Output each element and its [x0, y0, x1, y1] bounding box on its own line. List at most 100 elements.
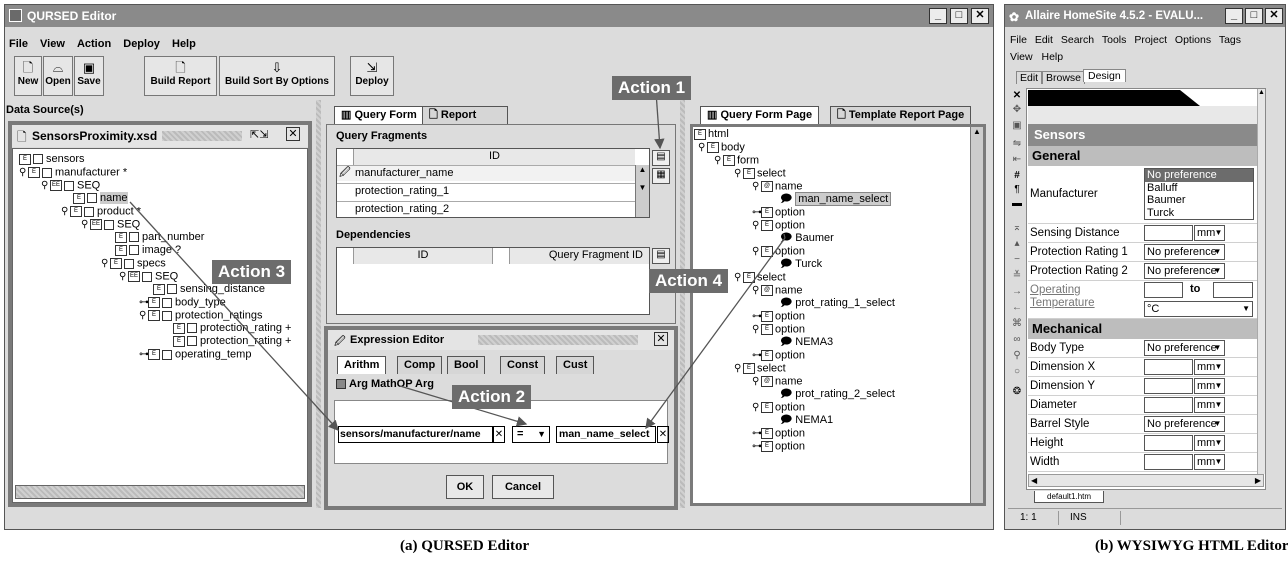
expander-icon[interactable]: ⚲	[734, 362, 743, 375]
protection-rating-2-select[interactable]: No preference ▼	[1144, 263, 1225, 279]
dimension-y-unit[interactable]: mm ▼	[1194, 378, 1225, 394]
maximize-button[interactable]: □	[950, 8, 968, 24]
edit-fragment-icon[interactable]: ▦	[652, 168, 670, 184]
checkbox[interactable]	[142, 271, 152, 282]
hs-vertical-scrollbar[interactable]: ▲	[1257, 89, 1265, 474]
close-doc-icon[interactable]: ✕	[1010, 90, 1024, 101]
deploy-button[interactable]: ⇲ Deploy	[350, 56, 394, 96]
expander-icon[interactable]: ⚲	[752, 180, 761, 193]
expander-icon[interactable]: ⚲	[139, 309, 148, 322]
paragraph-icon[interactable]: ¶	[1010, 184, 1024, 195]
tree-seq2[interactable]: ⚲ EE SEQ	[81, 218, 140, 231]
expander-icon[interactable]: ⚲	[752, 323, 761, 336]
tree-nema3[interactable]: 🗩 NEMA3	[780, 336, 833, 349]
hs-tab-design[interactable]: Design	[1083, 69, 1126, 82]
move-icon[interactable]: ✥	[1010, 104, 1024, 115]
form-icon[interactable]: ▬	[1010, 198, 1024, 209]
menu-view[interactable]: View	[40, 38, 65, 50]
menu-search[interactable]: Search	[1061, 34, 1094, 46]
hs-horizontal-scrollbar[interactable]: ◀ ▶	[1028, 474, 1264, 487]
tab-report[interactable]: 🗋 Report	[422, 106, 508, 124]
save-button[interactable]: ▣ Save	[74, 56, 104, 96]
listbox-option[interactable]: Turck	[1145, 207, 1253, 220]
menu-edit[interactable]: Edit	[1035, 34, 1053, 46]
expander-icon[interactable]: ⚲	[734, 167, 743, 180]
left-arg-field[interactable]: sensors/manufacturer/name	[338, 426, 493, 443]
table-row[interactable]: protection_rating_2	[337, 201, 635, 217]
scroll-right-icon[interactable]: ▶	[1255, 476, 1261, 485]
tree-prot-rating-2-select[interactable]: 🗩 prot_rating_2_select	[780, 388, 895, 401]
menu-help[interactable]: Help	[172, 38, 196, 50]
temp-to-input[interactable]	[1213, 282, 1253, 298]
checkbox[interactable]	[162, 310, 172, 321]
up-icon[interactable]: ▴	[1010, 238, 1024, 249]
menu-view[interactable]: View	[1010, 51, 1033, 63]
tree-baumer[interactable]: 🗩 Baumer	[780, 232, 834, 245]
align-icon[interactable]: ⇋	[1010, 138, 1024, 149]
height-unit[interactable]: mm ▼	[1194, 435, 1225, 451]
tab-cust[interactable]: Cust	[556, 356, 595, 374]
right-arg-remove-icon[interactable]: ✕	[657, 426, 669, 443]
tree-select-1[interactable]: ⚲ Eselect	[734, 167, 786, 180]
hr-icon[interactable]: ⌅	[1010, 222, 1024, 233]
add-dependency-icon[interactable]: ▤	[652, 248, 670, 264]
expander-icon[interactable]: ⚲	[714, 154, 723, 167]
tree-name-3[interactable]: ⚲ @ name	[752, 375, 803, 388]
collapsed-icon[interactable]: ⊶	[752, 310, 762, 323]
expander-icon[interactable]: ⚲	[752, 219, 761, 232]
diameter-unit[interactable]: mm ▼	[1194, 397, 1225, 413]
body-type-select[interactable]: No preference ▼	[1144, 340, 1225, 356]
width-input[interactable]	[1144, 454, 1193, 470]
lens-icon[interactable]: ⚲	[1010, 350, 1024, 361]
tree-nema1[interactable]: 🗩 NEMA1	[780, 414, 833, 427]
operator-select[interactable]: = ▼	[512, 426, 550, 443]
tab-template-report-page[interactable]: 🗋 Template Report Page	[830, 106, 972, 124]
listbox-option[interactable]: Baumer	[1145, 194, 1253, 207]
checkbox[interactable]	[162, 349, 172, 360]
palette-icon[interactable]: ❂	[1010, 386, 1024, 397]
checkbox[interactable]	[42, 167, 52, 178]
collapsed-icon[interactable]: ⊶	[139, 296, 149, 309]
tree-manufacturer[interactable]: ⚲ Emanufacturer *	[19, 166, 127, 179]
checkbox[interactable]	[129, 232, 139, 243]
protection-rating-1-select[interactable]: No preference ▼	[1144, 244, 1225, 260]
collapsed-icon[interactable]: ⊶	[752, 349, 762, 362]
checkbox[interactable]	[87, 193, 97, 204]
menu-options[interactable]: Options	[1175, 34, 1211, 46]
expander-icon[interactable]: ⚲	[698, 141, 707, 154]
new-button[interactable]: 🗋 New	[14, 56, 42, 96]
tree-product[interactable]: ⚲ Eproduct *	[61, 205, 141, 218]
hs-tab-edit[interactable]: Edit	[1016, 71, 1043, 84]
expander-icon[interactable]: ⚲	[41, 179, 50, 192]
editor-close-icon[interactable]: ✕	[654, 332, 668, 346]
tree-option-7[interactable]: ⚲ Eoption	[752, 401, 805, 414]
tree-option-6[interactable]: ⊶ Eoption	[752, 349, 805, 362]
checkbox[interactable]	[104, 219, 114, 230]
tab-query-form-page[interactable]: ▥ Query Form Page	[700, 106, 820, 124]
tab-bool[interactable]: Bool	[447, 356, 486, 374]
tree-form[interactable]: ⚲ Eform	[714, 154, 759, 167]
diameter-input[interactable]	[1144, 397, 1193, 413]
menu-help[interactable]: Help	[1042, 51, 1064, 63]
build-report-button[interactable]: 🗋 Build Report	[144, 56, 217, 96]
tree-operating-temp[interactable]: ⊶ Eoperating_temp	[139, 348, 251, 361]
add-fragment-icon[interactable]: ▤	[652, 150, 670, 166]
collapsed-icon[interactable]: ⊶	[752, 427, 762, 440]
expander-icon[interactable]: ⚲	[752, 245, 761, 258]
tab-const[interactable]: Const	[500, 356, 546, 374]
back-icon[interactable]: ←	[1010, 302, 1024, 313]
tree-select-2[interactable]: ⚲ Eselect	[734, 271, 786, 284]
tree-protection-rating-a[interactable]: Eprotection_rating +	[173, 322, 291, 335]
height-input[interactable]	[1144, 435, 1193, 451]
tree-turck[interactable]: 🗩 Turck	[780, 258, 822, 271]
hash-icon[interactable]: #	[1010, 170, 1024, 181]
dimension-x-input[interactable]	[1144, 359, 1193, 375]
build-sort-button[interactable]: ⇩ Build Sort By Options	[219, 56, 335, 96]
vertical-scrollbar[interactable]: ▲ ▼	[635, 165, 649, 217]
tree-man-name-select[interactable]: 🗩 man_name_select	[780, 192, 892, 206]
tree-name-2[interactable]: ⚲ @ name	[752, 284, 803, 297]
sensing-distance-input[interactable]	[1144, 225, 1193, 241]
manufacturer-listbox[interactable]: No preference Balluff Baumer Turck	[1144, 168, 1254, 220]
expander-icon[interactable]: ⚲	[752, 375, 761, 388]
temp-unit-select[interactable]: °C ▼	[1144, 301, 1253, 317]
